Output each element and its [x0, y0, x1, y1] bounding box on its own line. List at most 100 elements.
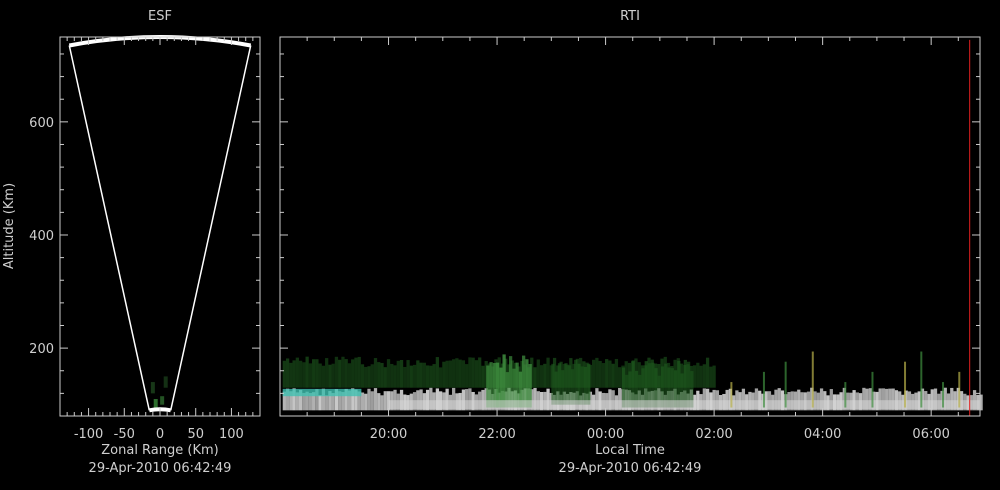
rti-echo-cell	[608, 360, 612, 388]
rti-echo-cell	[344, 359, 348, 388]
rti-xlabel: Local Time	[595, 443, 665, 458]
rti-echo-cell	[580, 366, 584, 405]
rti-echo-cell	[474, 360, 479, 388]
rti-echo-cell	[367, 388, 371, 411]
rti-echo-cell	[370, 364, 374, 388]
rti-echo-spike	[762, 371, 765, 408]
rti-echo-cell	[364, 366, 368, 388]
rti-echo-spike	[904, 361, 907, 408]
esf-xlabel: Zonal Range (Km)	[101, 443, 218, 458]
rti-xtick-label: 04:00	[804, 427, 841, 442]
rti-echo-cell	[403, 366, 407, 388]
rti-echo-cell	[595, 357, 599, 388]
esf-timestamp: 29-Apr-2010 06:42:49	[89, 461, 232, 476]
rti-echo-cell	[347, 363, 352, 388]
rti-echo-cell	[370, 391, 374, 411]
rti-echo-cell	[393, 365, 397, 388]
rti-echo-cell	[380, 395, 384, 411]
rti-echo-cell	[577, 363, 581, 405]
rti-echo-cell	[383, 391, 387, 411]
rti-echo-spike	[958, 371, 961, 408]
rti-panel: RTI 20:00 22:00 00:00 02:00 04:00 06:00 Local…	[279, 9, 983, 476]
rti-echo-cell	[302, 362, 306, 388]
rti-echo-cell	[702, 364, 706, 388]
rti-echo-cell	[383, 367, 387, 388]
rti-echo-cell	[373, 388, 378, 411]
rti-echo-cell	[551, 363, 555, 405]
rti-echo-cell	[557, 363, 562, 405]
esf-ytick-label: 600	[29, 116, 54, 131]
rti-xtick-label: 06:00	[912, 427, 949, 442]
rti-echo-cell	[574, 359, 578, 405]
rti-echo-cell	[325, 395, 329, 411]
rti-echo-cell	[570, 369, 575, 405]
esf-ylabel: Altitude (Km)	[2, 183, 17, 269]
rti-echo-cell	[481, 365, 485, 388]
rti-echo-cell	[380, 362, 384, 388]
rti-echo-cell	[409, 365, 413, 388]
rti-echo-cell	[425, 365, 430, 388]
rti-echo-cell	[312, 359, 316, 388]
rti-echo-cell	[696, 362, 700, 388]
rti-xtick-label: 00:00	[587, 427, 624, 442]
rti-echo-cell	[533, 367, 537, 388]
rti-echo-cell	[432, 364, 436, 388]
esf-xtick-label: 0	[156, 427, 164, 442]
rti-echo-cell	[465, 364, 469, 388]
rti-echo-cell	[318, 363, 322, 388]
rti-echo-cell	[285, 358, 290, 388]
rti-echo-cell	[468, 357, 472, 388]
rti-xtick-label: 02:00	[695, 427, 732, 442]
rti-echo-cell	[328, 364, 332, 388]
esf-frame	[59, 36, 261, 417]
rti-echo-cell	[502, 354, 506, 408]
esf-axes: 200 400 600 -100 -50 0 50 100	[29, 36, 261, 442]
rti-echo-cell	[522, 355, 526, 408]
rti-echo-cell	[289, 362, 293, 388]
rti-echo-cell	[539, 365, 544, 388]
rti-echo-cell	[452, 359, 456, 388]
rti-xtick-label: 20:00	[370, 427, 407, 442]
rti-echo-cell	[298, 360, 303, 388]
rti-echo-cell	[305, 356, 309, 388]
rti-echo-spike	[942, 382, 945, 408]
rti-echo-cell	[471, 357, 475, 388]
esf-echo	[150, 382, 155, 394]
rti-echo-layer	[282, 388, 362, 397]
rti-echo-cell	[341, 356, 345, 388]
rti-echo-cell	[321, 365, 326, 388]
rti-echo-cell	[546, 357, 550, 388]
rti-echo-cell	[396, 360, 400, 388]
rti-echo-cell	[416, 360, 420, 388]
rti-echo-cell	[315, 359, 319, 388]
rti-echo-cell	[614, 358, 619, 388]
rti-echo-cell	[390, 363, 394, 388]
rti-echo-cell	[587, 363, 591, 405]
rti-echo-cell	[712, 365, 716, 388]
rti-echo-cell	[508, 356, 513, 408]
rti-frame	[279, 36, 981, 417]
rti-title: RTI	[620, 9, 640, 24]
rti-echo-cell	[338, 359, 342, 388]
rti-echo-cell	[448, 360, 453, 388]
esf-sector-left-edge	[68, 45, 151, 411]
rti-echo-cell	[419, 362, 423, 388]
rti-echo-cell	[583, 366, 588, 405]
rti-echo-cell	[351, 359, 355, 388]
rti-echo-spike	[871, 371, 874, 408]
rti-echo-cell	[605, 359, 609, 388]
rti-echo-cell	[435, 357, 439, 388]
rti-echo-cell	[412, 364, 417, 388]
rti-echo-cell	[554, 371, 558, 405]
esf-title: ESF	[148, 9, 172, 24]
rti-echo-spike	[811, 351, 814, 408]
esf-ytick-label: 400	[29, 229, 54, 244]
rti-echo-cell	[308, 363, 313, 388]
rti-echo-cell	[592, 359, 596, 388]
rti-echo-cell	[360, 364, 365, 388]
rti-echo-cell	[567, 365, 571, 405]
rti-echo-cell	[429, 365, 433, 388]
rti-echo-cell	[399, 359, 404, 388]
rti-echo-cell	[598, 360, 602, 388]
rti-echo-spike	[730, 382, 733, 408]
